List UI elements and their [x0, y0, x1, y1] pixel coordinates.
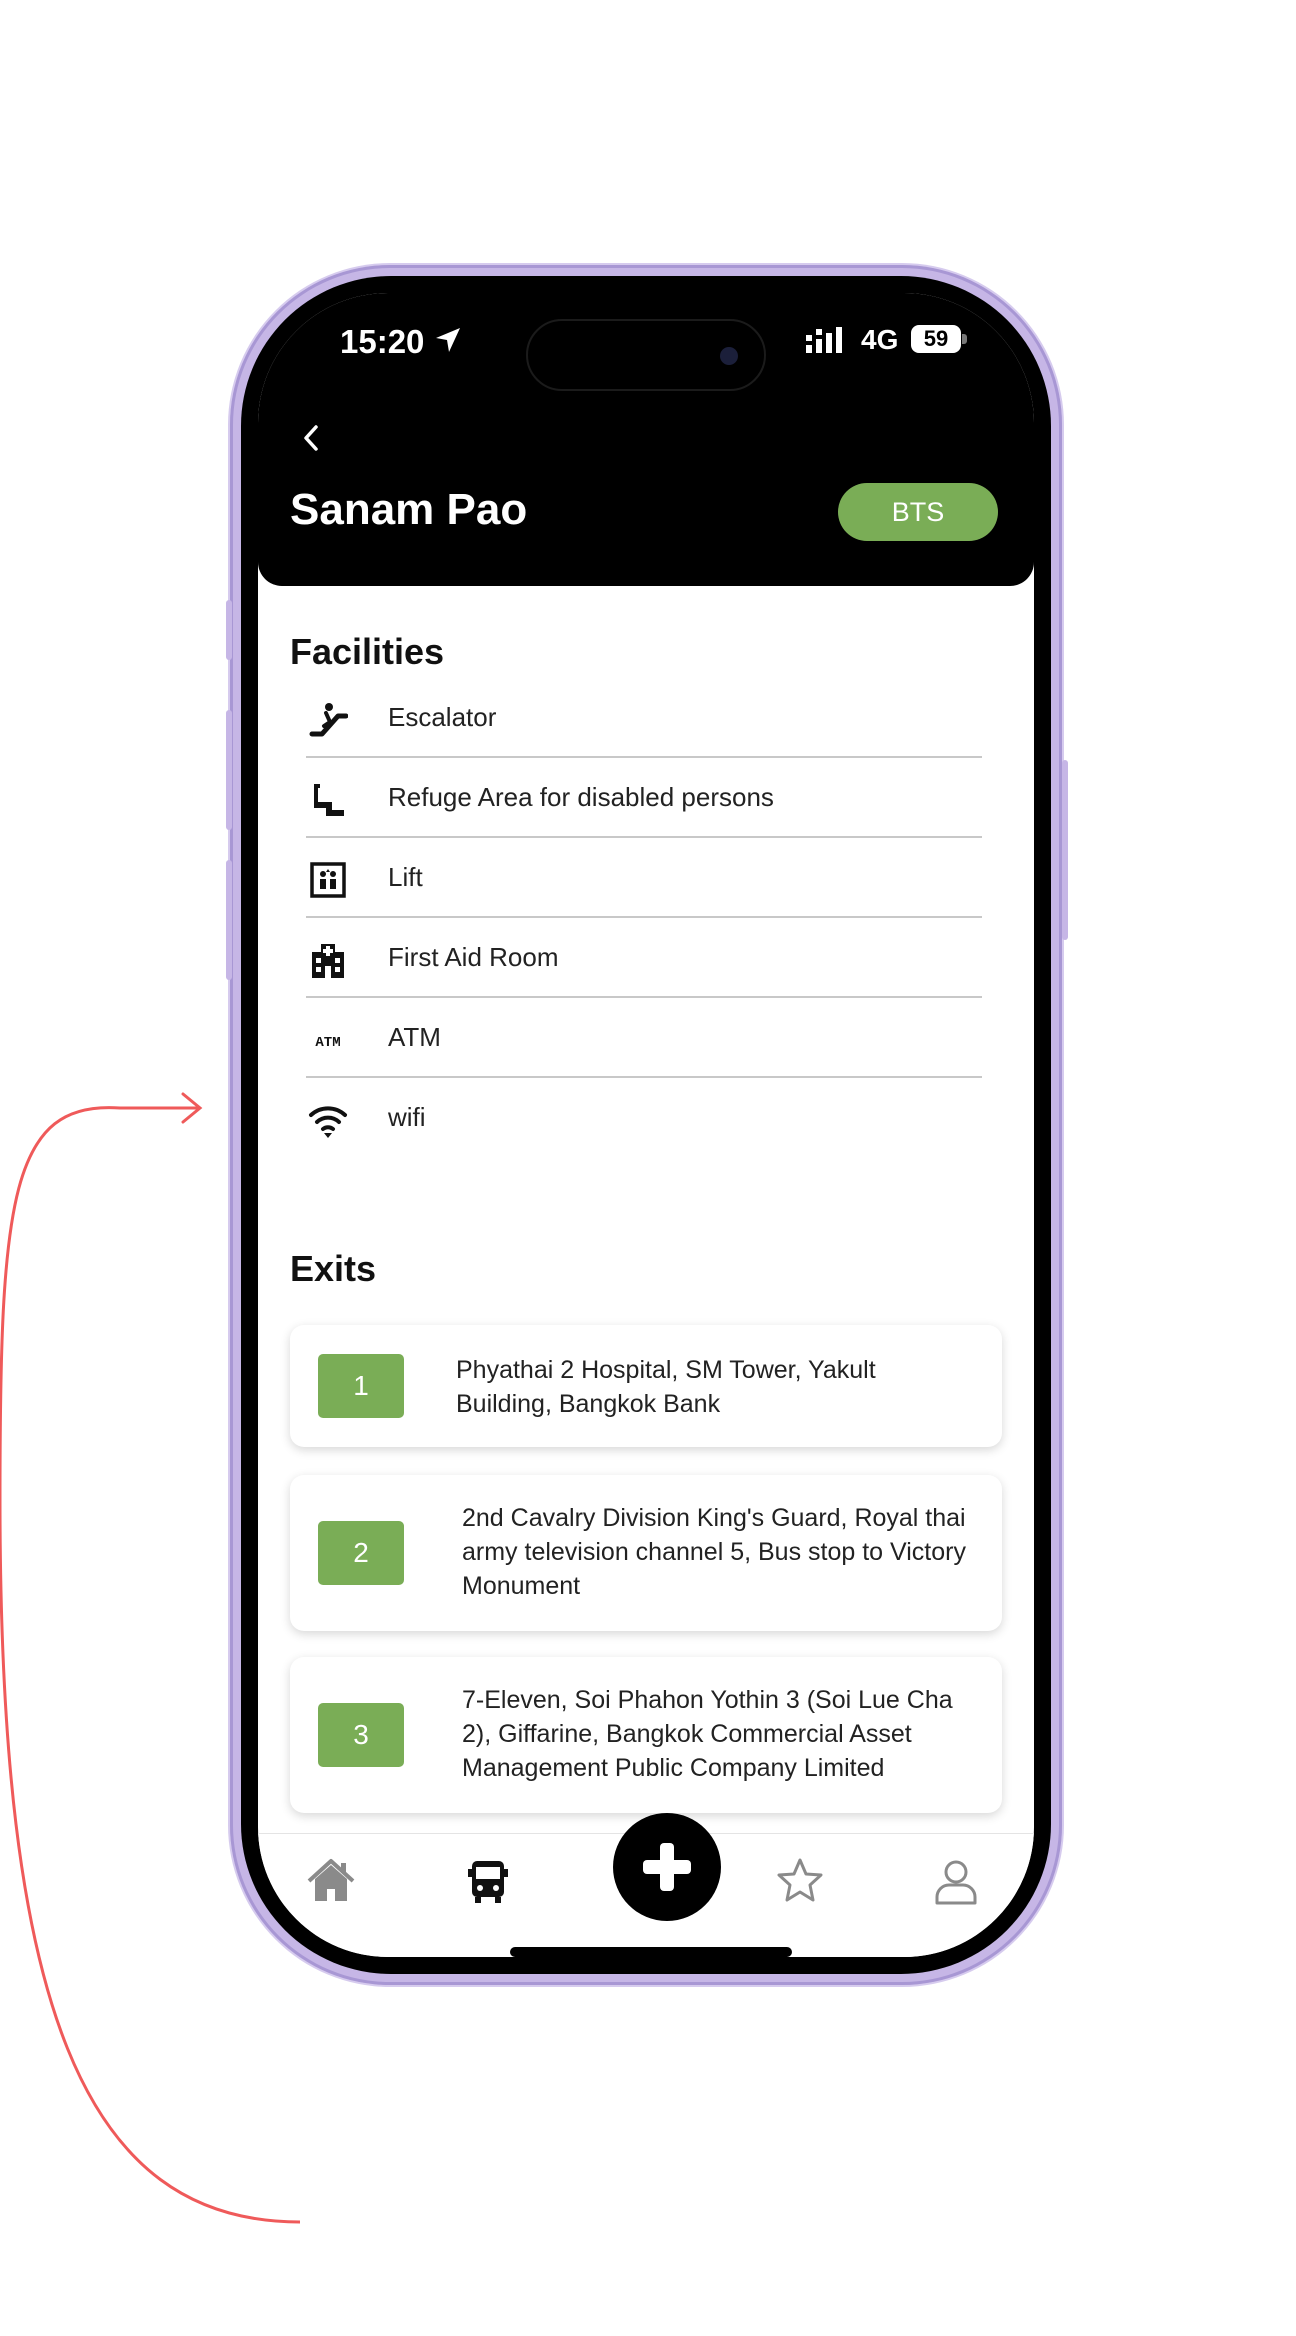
escalator-icon	[309, 703, 348, 737]
phone-side-button	[226, 860, 232, 980]
exit-description: 7-Eleven, Soi Phahon Yothin 3 (Soi Lue C…	[462, 1686, 953, 1782]
list-item: ATM ATM	[306, 998, 982, 1078]
battery-indicator: 59	[911, 325, 961, 353]
add-icon	[643, 1843, 691, 1891]
back-button[interactable]	[286, 413, 336, 463]
exit-description: 2nd Cavalry Division King's Guard, Royal…	[462, 1504, 966, 1600]
facility-label: wifi	[388, 1102, 426, 1132]
wheelchair-icon	[314, 784, 344, 816]
exit-number-badge: 3	[318, 1703, 404, 1767]
exit-number-badge: 1	[318, 1354, 404, 1418]
exit-description: Phyathai 2 Hospital, SM Tower, Yakult Bu…	[456, 1356, 876, 1418]
facility-label: Lift	[388, 862, 423, 892]
profile-icon[interactable]	[930, 1855, 982, 1907]
phone-side-button	[226, 600, 232, 660]
camera-lens	[720, 347, 738, 365]
dynamic-island	[526, 319, 766, 391]
facilities-list: Escalator Refuge Area for disabled perso…	[306, 678, 982, 1158]
line-badge: BTS	[838, 483, 998, 541]
list-item: wifi	[306, 1078, 982, 1158]
exits-title: Exits	[290, 1248, 377, 1289]
add-button[interactable]	[613, 1813, 721, 1921]
star-icon[interactable]	[774, 1855, 826, 1907]
signal-icon	[806, 327, 842, 353]
battery-nub	[962, 334, 967, 344]
exit-number-badge: 2	[318, 1521, 404, 1585]
list-item: Escalator	[306, 678, 982, 758]
location-arrow-icon	[436, 328, 460, 352]
atm-icon: ATM	[315, 1035, 340, 1051]
status-time: 15:20	[340, 323, 425, 360]
elevator-icon	[310, 862, 346, 898]
home-indicator	[510, 1947, 792, 1957]
home-icon[interactable]	[305, 1855, 357, 1907]
phone-side-button	[1062, 760, 1068, 940]
exit-card[interactable]: 1 Phyathai 2 Hospital, SM Tower, Yakult …	[290, 1325, 1002, 1447]
hospital-icon	[312, 944, 344, 978]
list-item: First Aid Room	[306, 918, 982, 998]
facility-label: Refuge Area for disabled persons	[388, 782, 774, 812]
exit-card[interactable]: 2 2nd Cavalry Division King's Guard, Roy…	[290, 1475, 1002, 1631]
phone-screen: 15:20 4G 59 Sanam Pao BTS Facilities Esc…	[258, 293, 1034, 1957]
facility-label: First Aid Room	[388, 942, 559, 972]
network-type: 4G	[861, 324, 899, 355]
station-title: Sanam Pao	[290, 485, 528, 534]
wifi-icon	[309, 1106, 347, 1138]
facility-label: Escalator	[388, 702, 497, 732]
atm-icon-text: ATM	[315, 1035, 340, 1051]
facility-label: ATM	[388, 1022, 441, 1052]
phone-side-button	[226, 710, 232, 830]
facilities-title: Facilities	[290, 631, 445, 672]
bus-icon[interactable]	[462, 1855, 514, 1907]
list-item: Lift	[306, 838, 982, 918]
exit-card[interactable]: 3 7-Eleven, Soi Phahon Yothin 3 (Soi Lue…	[290, 1657, 1002, 1813]
list-item: Refuge Area for disabled persons	[306, 758, 982, 838]
